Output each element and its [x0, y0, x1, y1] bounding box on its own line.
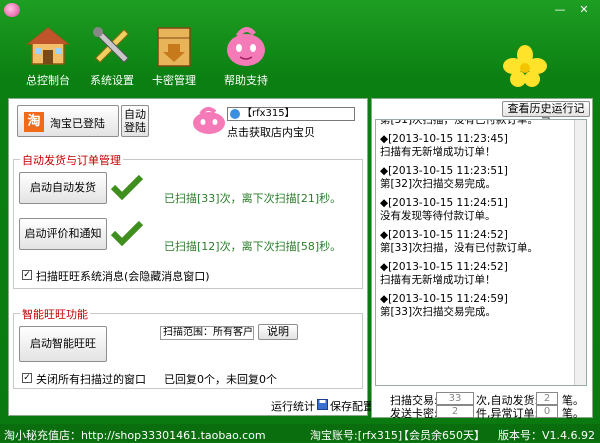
taobao-login-label: 淘宝已登陆: [50, 117, 105, 130]
start-auto-ship-button[interactable]: 启动自动发货: [19, 172, 107, 204]
toolbar-console[interactable]: 总控制台: [16, 22, 76, 88]
log-message: 第[33]次扫描交易完成。: [380, 306, 497, 318]
log-message: 第[32]次扫描交易完成。: [380, 178, 497, 190]
abnormal-order-label: 件,异常订单:: [476, 407, 539, 420]
title-bar: — ✕: [0, 0, 600, 22]
checkmark-icon: [110, 220, 144, 246]
taobao-icon: 淘: [24, 112, 44, 132]
auto-ship-count-value: 2: [536, 392, 558, 405]
log-message: 扫描有无新增成功订单！: [380, 274, 496, 286]
scan-msg-checkbox[interactable]: ✓: [22, 270, 32, 280]
app-icon: [4, 3, 20, 17]
save-config-link[interactable]: 保存配置: [330, 398, 374, 414]
review-scan-status: 已扫描[12]次，离下次扫描[58]秒。: [164, 240, 342, 253]
close-windows-checkbox[interactable]: ✓: [22, 373, 32, 383]
main-window: — ✕ 总控制台 系统设置 卡密管理 帮助支持 淘 淘宝已登陆 自动 登陆 【r…: [0, 0, 600, 442]
abnormal-order-value: 0: [536, 405, 558, 418]
mascot-small-icon: [193, 107, 225, 134]
log-time: ◆[2013-10-15 11:24:51]: [380, 197, 508, 209]
account-field[interactable]: 【rfx315】: [227, 107, 355, 121]
log-scrollbar[interactable]: [574, 120, 586, 385]
auto-login-button[interactable]: 自动 登陆: [121, 105, 149, 137]
minimize-button[interactable]: —: [552, 3, 568, 17]
mascot-icon: [227, 27, 265, 66]
history-log-button[interactable]: 查看历史运行记录: [502, 101, 590, 129]
log-entry: 第[31]次扫描，没有已付款订单。: [380, 119, 574, 127]
unit-label: 笔。: [562, 407, 584, 420]
toolbar-help-label: 帮助支持: [224, 74, 268, 87]
close-windows-label: 关闭所有扫描过的窗口: [36, 373, 146, 386]
log-content: 第[31]次扫描，没有已付款订单。 ◆[2013-10-15 11:23:45]…: [376, 119, 574, 325]
toolbar-settings-label: 系统设置: [90, 74, 134, 87]
scan-msg-label: 扫描旺旺系统消息(会隐藏消息窗口): [36, 270, 210, 283]
explain-button[interactable]: 说明: [258, 324, 298, 340]
flower-decoration-icon: [503, 45, 547, 87]
save-icon: [317, 399, 328, 410]
box-icon: [157, 27, 191, 67]
start-review-button[interactable]: 启动评价和通知: [19, 218, 107, 250]
toolbar-card-mgmt-label: 卡密管理: [152, 74, 196, 87]
close-button[interactable]: ✕: [576, 3, 592, 17]
log-entry: ◆[2013-10-15 11:23:51] 第[32]次扫描交易完成。: [380, 165, 574, 191]
ship-scan-status: 已扫描[33]次，离下次扫描[21]秒。: [164, 192, 342, 205]
send-card-value: 2: [436, 405, 474, 418]
log-time: ◆[2013-10-15 11:24:52]: [380, 229, 508, 241]
log-entry: ◆[2013-10-15 11:24:51] 没有发现等待付款订单。: [380, 197, 574, 223]
checkmark-icon: [110, 174, 144, 200]
tools-icon: [93, 27, 129, 63]
log-list: 第[31]次扫描，没有已付款订单。 ◆[2013-10-15 11:23:45]…: [375, 119, 587, 386]
scan-trade-value: 33: [436, 392, 474, 405]
member-status: 【会员余650天】: [398, 429, 485, 442]
log-entry: ◆[2013-10-15 11:24:52] 第[33]次扫描，没有已付款订单。: [380, 229, 574, 255]
log-time: ◆[2013-10-15 11:23:45]: [380, 133, 508, 145]
status-bar: 淘小秘充值店：http://shop33301461.taobao.com 淘宝…: [0, 424, 600, 442]
log-message: 扫描有无新增成功订单！: [380, 146, 496, 158]
account-value: 【rfx315】: [242, 108, 295, 119]
wangwang-group-title: 智能旺旺功能: [20, 306, 90, 322]
send-card-label: 发送卡密:: [390, 407, 438, 420]
log-time: ◆[2013-10-15 11:23:51]: [380, 165, 508, 177]
auto-ship-group: 自动发货与订单管理 启动自动发货 已扫描[33]次，离下次扫描[21]秒。 启动…: [13, 152, 363, 289]
log-panel: 查看历史运行记录 第[31]次扫描，没有已付款订单。 ◆[2013-10-15 …: [371, 98, 593, 420]
run-stats-link[interactable]: 运行统计: [271, 398, 315, 414]
wangwang-icon: [230, 109, 240, 119]
reply-status: 已回复0个，未回复0个: [164, 373, 277, 386]
toolbar-card-mgmt[interactable]: 卡密管理: [142, 22, 202, 88]
log-message: 第[31]次扫描，没有已付款订单。: [380, 119, 539, 126]
account-status: 淘宝账号:[rfx315]: [310, 429, 403, 442]
control-panel: 淘 淘宝已登陆 自动 登陆 【rfx315】 点击获取店内宝贝 自动发货与订单管…: [8, 98, 374, 416]
log-time: ◆[2013-10-15 11:24:59]: [380, 293, 508, 305]
auto-ship-group-title: 自动发货与订单管理: [20, 152, 123, 168]
toolbar-console-label: 总控制台: [26, 74, 70, 87]
toolbar-settings[interactable]: 系统设置: [80, 22, 140, 88]
toolbar-help[interactable]: 帮助支持: [214, 22, 274, 88]
start-wangwang-button[interactable]: 启动智能旺旺: [19, 326, 107, 362]
fetch-items-link[interactable]: 点击获取店内宝贝: [227, 124, 315, 140]
wangwang-group: 智能旺旺功能 启动智能旺旺 扫描范围：所有客户 说明 ✓ 关闭所有扫描过的窗口 …: [13, 306, 363, 389]
shop-link[interactable]: 淘小秘充值店：http://shop33301461.taobao.com: [4, 427, 266, 443]
scan-scope-select[interactable]: 扫描范围：所有客户: [160, 326, 254, 340]
log-message: 没有发现等待付款订单。: [380, 210, 496, 222]
log-entry: ◆[2013-10-15 11:24:52] 扫描有无新增成功订单！: [380, 261, 574, 287]
taobao-login-button[interactable]: 淘 淘宝已登陆: [17, 105, 119, 137]
log-entry: ◆[2013-10-15 11:23:45] 扫描有无新增成功订单！: [380, 133, 574, 159]
house-icon: [26, 27, 70, 65]
version-label: 版本号：V1.4.6.92: [498, 429, 596, 442]
log-time: ◆[2013-10-15 11:24:52]: [380, 261, 508, 273]
log-message: 第[33]次扫描，没有已付款订单。: [380, 242, 539, 254]
log-entry: ◆[2013-10-15 11:24:59] 第[33]次扫描交易完成。: [380, 293, 574, 319]
